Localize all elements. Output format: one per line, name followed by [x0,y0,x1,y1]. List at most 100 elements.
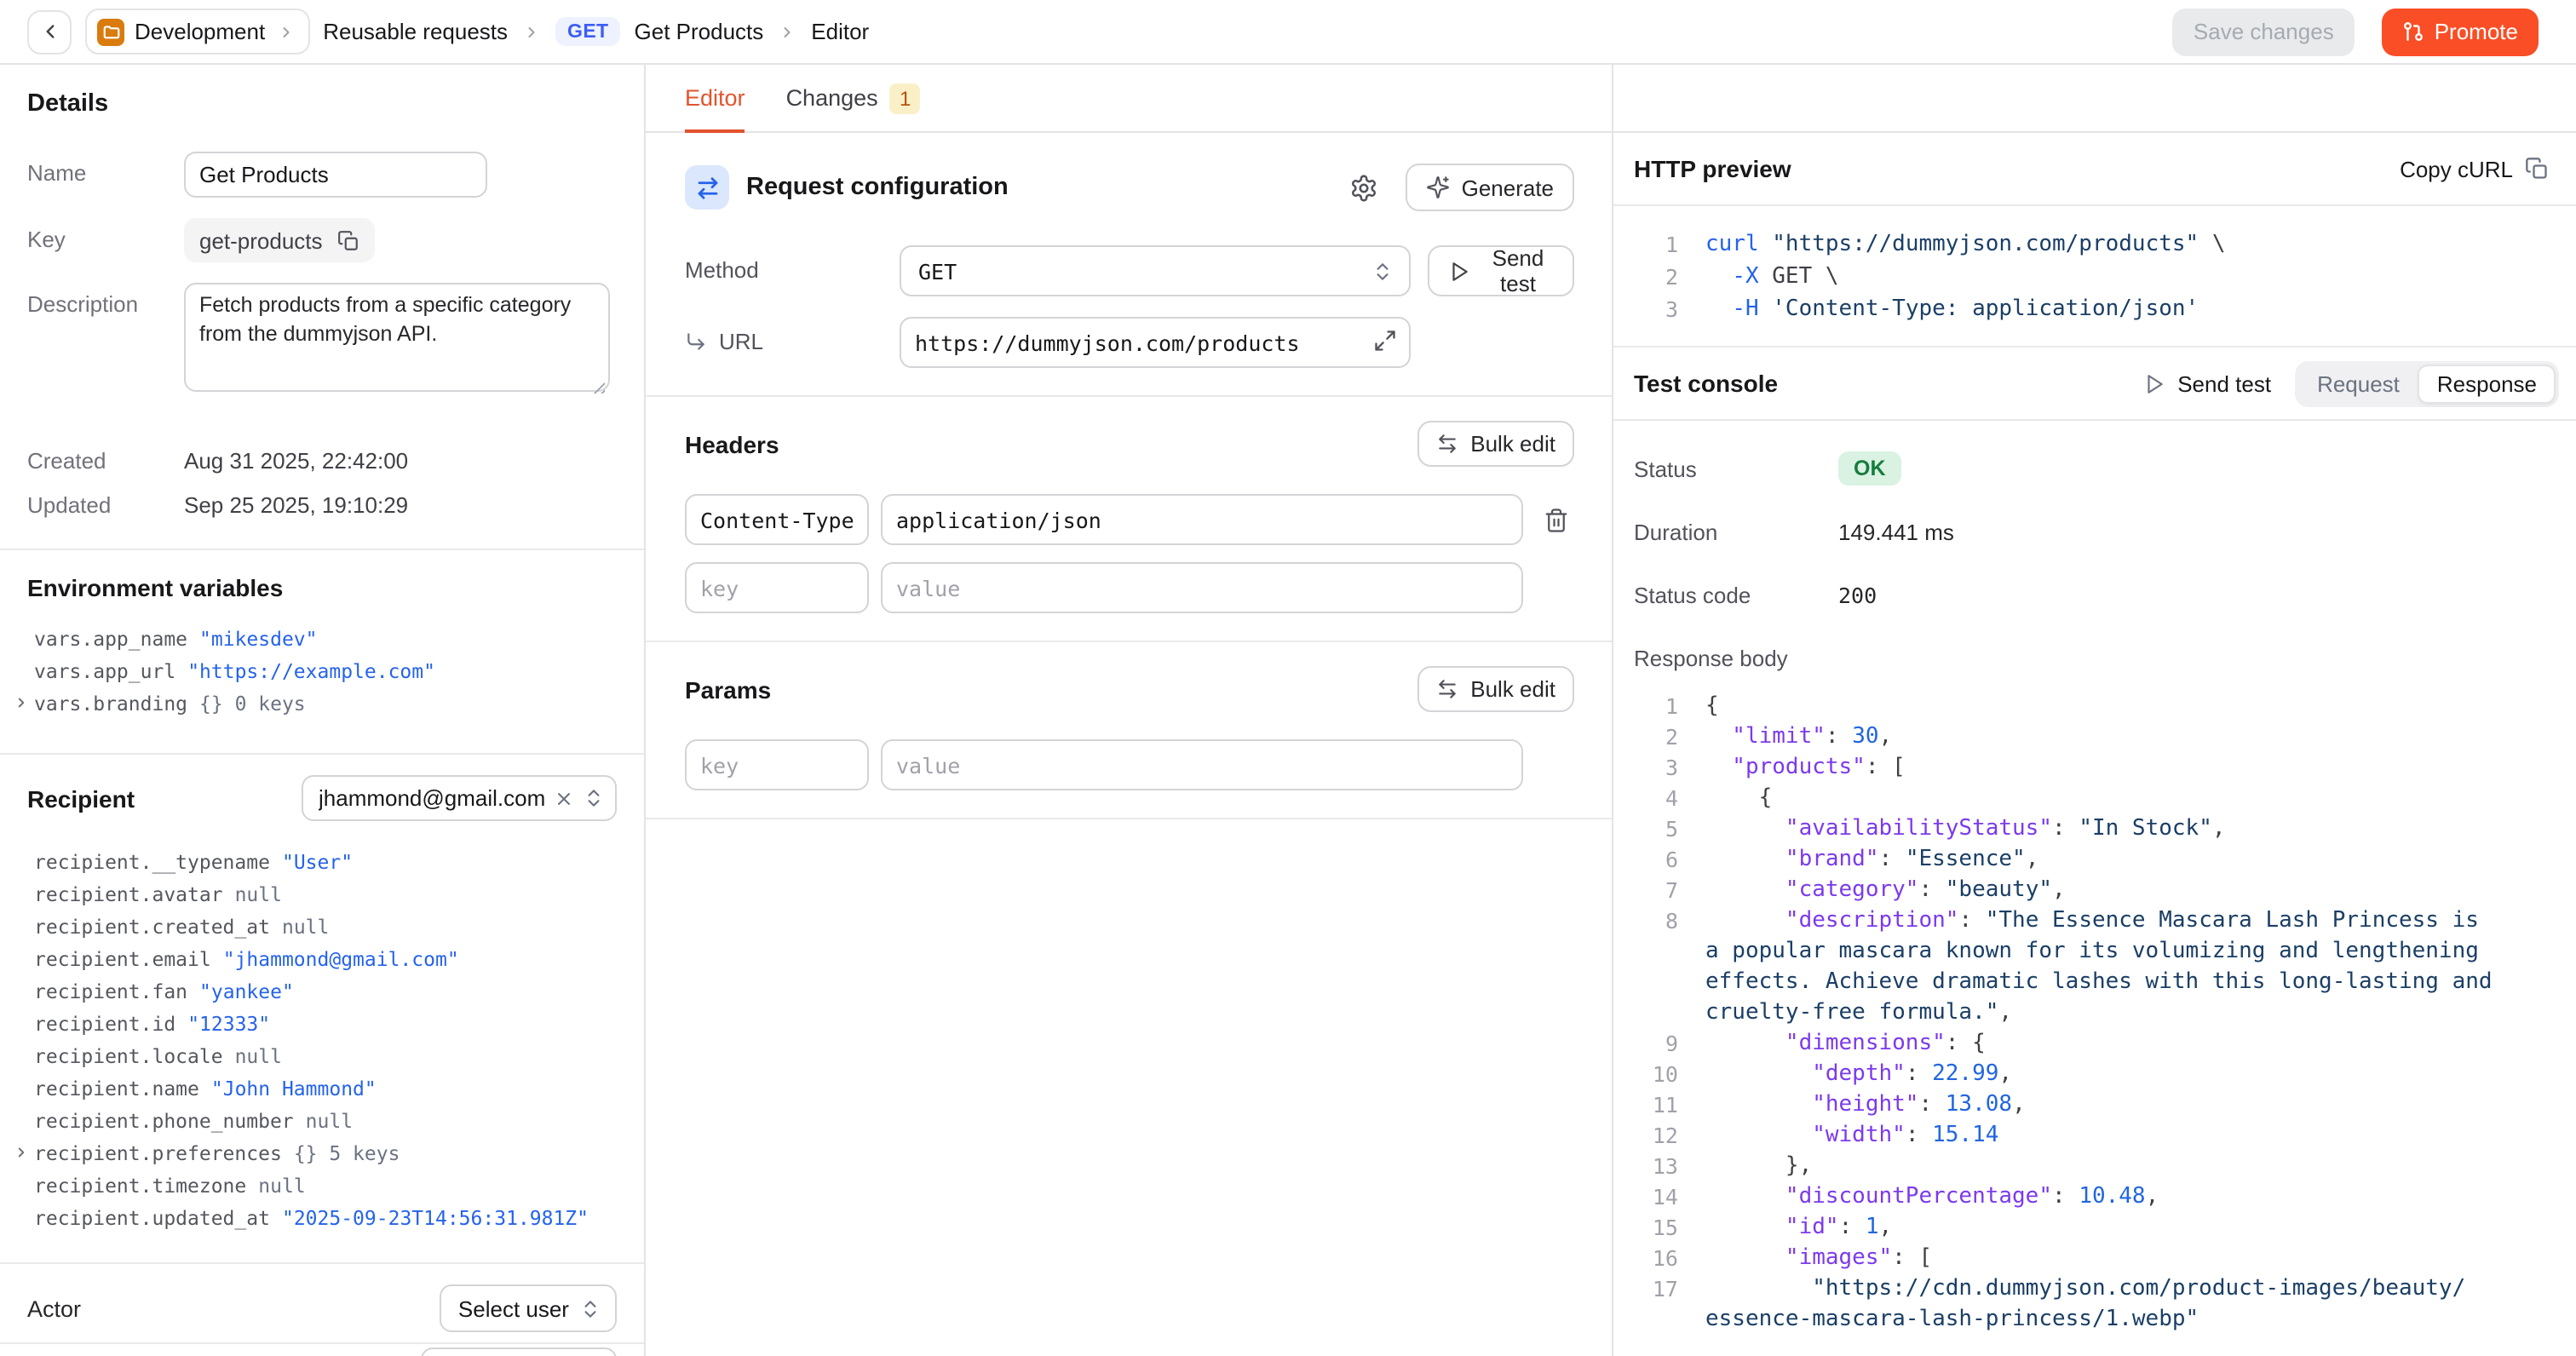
divider [646,818,1612,819]
method-select[interactable]: GET [900,245,1411,296]
recipient-attr-row: recipient.updated_at "2025-09-23T14:56:31… [27,1201,617,1233]
copy-icon[interactable] [338,229,360,251]
editor-tab-bar: Editor Changes 1 [646,65,1612,133]
line-number: 2 [1634,261,1678,293]
line-number: 15 [1634,1213,1678,1244]
variable-key: recipient.avatar [34,882,223,905]
env-var-row[interactable]: vars.branding{} 0 keys [27,687,617,719]
variable-value: "mikesdev" [199,626,318,650]
request-configuration-title: Request configuration [746,174,1346,201]
breadcrumb-request-name[interactable]: Get Products [635,19,764,44]
expand-chevron-icon[interactable] [14,695,34,710]
environment-switcher[interactable]: Development [85,9,309,55]
line-number: 3 [1634,293,1678,325]
description-textarea[interactable]: Fetch products from a specific category … [184,283,610,392]
top-bar: Development Reusable requests GET Get Pr… [0,0,2576,65]
clear-icon[interactable] [554,788,574,808]
url-input[interactable] [900,317,1411,368]
code-text: a popular mascara known for its volumizi… [1705,937,2479,968]
actor-select-label: Select user [458,1296,569,1321]
status-row: Status OK [1634,451,2556,486]
send-test-button[interactable]: Send test [1428,245,1574,296]
header-key-input[interactable] [685,494,869,545]
send-test-label: Send test [1482,245,1554,296]
header-value-input[interactable] [881,494,1523,545]
tab-changes[interactable]: Changes 1 [786,65,921,131]
param-key-input[interactable] [685,739,869,790]
url-label-group: URL [685,317,900,354]
code-text: -X GET \ [1705,261,1839,293]
http-preview-title: HTTP preview [1634,155,2400,182]
header-key-input[interactable] [685,562,869,613]
recipient-header-row: Recipient jhammond@gmail.com [27,775,617,821]
line-number: 4 [1634,784,1678,814]
header-value-input[interactable] [881,562,1523,613]
status-code-value: 200 [1838,583,1877,608]
generate-button[interactable]: Generate [1406,164,1574,211]
copy-curl-button[interactable]: Copy cURL [2400,156,2549,181]
tab-response[interactable]: Response [2418,364,2556,403]
promote-button[interactable]: Promote [2382,8,2539,55]
recipient-attr-row[interactable]: recipient.preferences{} 5 keys [27,1136,617,1169]
tab-request[interactable]: Request [2298,364,2418,403]
code-text: -H 'Content-Type: application/json' [1705,293,2199,325]
copy-icon [2525,157,2549,181]
duration-value: 149.441 ms [1838,520,1954,545]
console-send-test-button[interactable]: Send test [2143,371,2271,396]
tenant-select-button[interactable]: Select tenant [421,1347,617,1356]
variable-key: recipient.id [34,1011,175,1035]
env-var-row: vars.app_name"mikesdev" [27,622,617,654]
recipient-combobox[interactable]: jhammond@gmail.com [302,775,617,821]
variable-key: recipient.updated_at [34,1205,270,1229]
chevrons-up-down-icon[interactable] [583,787,605,809]
updated-value: Sep 25 2025, 19:10:29 [184,492,408,518]
key-pill[interactable]: get-products [184,218,376,262]
expand-icon[interactable] [1373,329,1397,353]
play-icon [1448,260,1470,282]
recipient-attr-row: recipient.email"jhammond@gmail.com" [27,942,617,974]
delete-header-button[interactable] [1544,507,1574,532]
param-value-input[interactable] [881,739,1523,790]
code-line: 3 "products": [ [1634,753,2576,784]
line-number [1634,1305,1678,1336]
code-line: cruelty-free formula.", [1634,998,2576,1029]
code-line: 5 "availabilityStatus": "In Stock", [1634,814,2576,845]
test-console-results: Status OK Duration 149.441 ms Status cod… [1613,421,2576,671]
actor-select-button[interactable]: Select user [440,1284,617,1332]
swap-arrows-icon [685,165,729,210]
code-text: "https://cdn.dummyjson.com/product-image… [1705,1274,2465,1305]
variable-key: recipient.__typename [34,849,270,873]
back-button[interactable] [27,9,72,54]
status-badge: OK [1838,451,1901,486]
preview-panel: HTTP preview Copy cURL 1curl "https://du… [1613,65,2576,1356]
environment-variables-list: vars.app_name"mikesdev"vars.app_url"http… [27,622,617,719]
recipient-attr-row: recipient.id"12333" [27,1007,617,1039]
created-value: Aug 31 2025, 22:42:00 [184,448,408,474]
arrows-right-left-icon [1436,433,1458,455]
recipient-attr-row: recipient.phone_numbernull [27,1104,617,1136]
line-number: 17 [1634,1274,1678,1305]
variable-value: "2025-09-23T14:56:31.981Z" [282,1205,589,1229]
code-text: }, [1705,1152,1812,1182]
request-editor-content: Request configuration Generate Method [646,133,1612,1356]
settings-gear-icon[interactable] [1346,170,1382,205]
code-text: effects. Achieve dramatic lashes with th… [1705,968,2493,998]
code-text: { [1705,784,1772,814]
code-line: 7 "category": "beauty", [1634,876,2576,906]
url-input-wrap [900,317,1411,368]
generate-label: Generate [1462,175,1554,200]
variable-key: vars.branding [34,691,187,715]
tab-editor[interactable]: Editor [685,65,745,131]
name-row: Name [27,152,617,198]
expand-chevron-icon[interactable] [14,1145,34,1160]
code-line: 12 "width": 15.14 [1634,1121,2576,1152]
name-input[interactable] [184,152,487,198]
save-changes-button[interactable]: Save changes [2173,8,2355,55]
arrows-right-left-icon [1436,678,1458,700]
code-text: "products": [ [1705,753,1906,784]
params-bulk-edit-button[interactable]: Bulk edit [1417,666,1574,712]
breadcrumb-reusable-requests[interactable]: Reusable requests [323,19,508,44]
headers-bulk-edit-button[interactable]: Bulk edit [1417,421,1574,467]
duration-label: Duration [1634,520,1838,545]
variable-value: "https://example.com" [187,658,435,682]
